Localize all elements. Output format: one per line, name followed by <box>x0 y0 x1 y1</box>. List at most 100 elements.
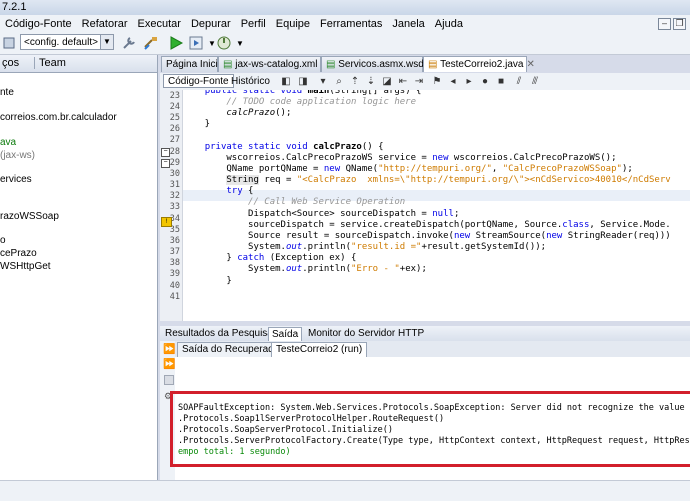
line-number: 32 <box>169 191 180 201</box>
tab-http-monitor[interactable]: Monitor do Servidor HTTP <box>305 327 427 340</box>
line-number: 41 <box>169 292 180 302</box>
menu-executar[interactable]: Executar <box>133 18 186 30</box>
tab-team[interactable]: Team <box>34 57 66 69</box>
line-number: 23 <box>169 91 180 101</box>
code-line: // Call Web Service Operation <box>248 197 406 207</box>
tab-label: jax-ws-catalog.xml <box>235 59 318 70</box>
source-button[interactable]: Código-Fonte <box>163 74 234 88</box>
back-icon[interactable]: ◧ <box>279 75 293 89</box>
tab-label: Servicos.asmx.wsdl <box>338 59 427 70</box>
code-line: Dispatch<Source> sourceDispatch = null; <box>183 209 460 219</box>
forward-icon[interactable]: ◨ <box>296 75 310 89</box>
tab-output[interactable]: Saída <box>268 327 303 341</box>
restore-icon[interactable]: ❐ <box>673 18 686 30</box>
find-previous-icon[interactable]: ⇡ <box>348 75 362 89</box>
code-line: Source result = sourceDispatch.invoke(ne… <box>183 231 671 241</box>
code-line: try { <box>226 186 254 196</box>
menu-bar: Código-Fonte Refatorar Executar Depurar … <box>0 15 690 33</box>
code-line: } <box>183 119 211 129</box>
macro-icon[interactable]: ● <box>478 75 492 89</box>
line-number-gutter: 23 24 25 26 27 28 29 30 31 32 33 34 35 3… <box>160 90 183 321</box>
code-editor[interactable]: public static void main(String[] args) {… <box>183 90 690 321</box>
uncomment-icon[interactable]: ⫻ <box>528 75 542 89</box>
tab-testecorreio2-run[interactable]: TesteCorreio2 (run) <box>271 342 368 357</box>
code-line: } <box>183 276 232 286</box>
code-line: } catch (Exception ex) { <box>183 253 357 263</box>
code-line: System.out.println("result.id ="+result.… <box>183 242 547 252</box>
chevron-down-icon[interactable]: ▼ <box>232 35 248 51</box>
projects-panel-tabs: ços Team <box>0 55 157 73</box>
history-button[interactable]: Histórico <box>226 74 275 88</box>
debug-icon[interactable] <box>188 35 204 51</box>
shift-right-icon[interactable]: ⇥ <box>412 75 426 89</box>
code-line: sourceDispatch = service.createDispatch(… <box>183 220 671 230</box>
tree-item[interactable]: o <box>0 235 6 246</box>
tree-item[interactable]: cePrazo <box>0 248 37 259</box>
comment-icon[interactable]: ⫽ <box>512 75 526 89</box>
line-number: 37 <box>169 247 180 257</box>
menu-janela[interactable]: Janela <box>387 18 429 30</box>
line-number: 24 <box>169 102 180 112</box>
dropdown-icon[interactable]: ▾ <box>316 75 330 89</box>
rerun-options-icon[interactable]: ⏩ <box>163 359 175 370</box>
run-icon[interactable] <box>168 35 184 51</box>
menu-refatorar[interactable]: Refatorar <box>77 18 133 30</box>
next-bookmark-icon[interactable]: ▸ <box>462 75 476 89</box>
wrench-icon[interactable] <box>121 35 137 51</box>
tab-testecorreio2[interactable]: ▤ TesteCorreio2.java ✕ <box>423 56 535 72</box>
previous-bookmark-icon[interactable]: ◂ <box>446 75 460 89</box>
output-window-tabs: Resultados da Pesquisa Saída Monitor do … <box>160 326 690 342</box>
line-number: 25 <box>169 113 180 123</box>
menu-codigo-fonte[interactable]: Código-Fonte <box>0 18 77 30</box>
menu-perfil[interactable]: Perfil <box>236 18 271 30</box>
find-next-icon[interactable]: ⇣ <box>364 75 378 89</box>
line-number: 38 <box>169 258 180 268</box>
find-icon[interactable]: ⌕ <box>332 75 346 89</box>
profile-icon[interactable] <box>216 35 232 51</box>
tab-search-results[interactable]: Resultados da Pesquisa <box>162 327 276 340</box>
menu-ferramentas[interactable]: Ferramentas <box>315 18 387 30</box>
tab-servicos-wsdl[interactable]: ▤ Servicos.asmx.wsdl✕ <box>321 56 437 72</box>
menu-ajuda[interactable]: Ajuda <box>430 18 468 30</box>
redo-icon[interactable] <box>2 35 18 51</box>
line-number: 26 <box>169 124 180 134</box>
tab-pagina-inicial[interactable]: Página Inicial <box>161 56 225 72</box>
fold-icon[interactable]: − <box>161 159 170 168</box>
tree-item[interactable]: WSHttpGet <box>0 261 51 272</box>
tree-item[interactable]: correios.com.br.calculador <box>0 112 117 123</box>
configuration-value: <config. default> <box>24 37 98 48</box>
menu-depurar[interactable]: Depurar <box>186 18 236 30</box>
tab-jax-ws-catalog[interactable]: ▤ jax-ws-catalog.xml✕ <box>218 56 329 72</box>
line-number: 30 <box>169 169 180 179</box>
rerun-icon[interactable]: ⏩ <box>163 344 175 355</box>
stop-icon[interactable] <box>164 375 174 385</box>
status-bar <box>0 480 690 501</box>
toggle-highlight-icon[interactable]: ◪ <box>380 75 394 89</box>
tree-item[interactable]: ava <box>0 137 16 148</box>
title-bar: 7.2.1 <box>0 0 690 16</box>
tab-services[interactable]: ços <box>2 57 19 69</box>
code-line: calcPrazo(); <box>226 108 292 118</box>
fold-icon[interactable]: − <box>161 148 170 157</box>
line-number: 27 <box>169 135 180 145</box>
tree-item[interactable]: razoWSSoap <box>0 211 59 222</box>
code-line: // TODO code application logic here <box>226 97 417 107</box>
code-line: String req = "<CalcPrazo xmlns=\"http://… <box>226 175 671 185</box>
stop-macro-icon[interactable]: ■ <box>494 75 508 89</box>
shift-left-icon[interactable]: ⇤ <box>396 75 410 89</box>
tree-item[interactable]: nte <box>0 87 14 98</box>
configuration-select[interactable]: <config. default> ▼ <box>20 34 114 50</box>
code-line: public static void main(String[] args) { <box>204 90 422 96</box>
tree-item[interactable]: (jax-ws) <box>0 150 35 161</box>
line-number: 33 <box>169 202 180 212</box>
line-number: 31 <box>169 180 180 190</box>
minimize-icon[interactable]: – <box>658 18 671 30</box>
hint-bulb-icon[interactable]: ! <box>161 217 172 227</box>
tree-item[interactable]: ervices <box>0 174 32 185</box>
bookmark-icon[interactable]: ⚑ <box>430 75 444 89</box>
clean-build-icon[interactable] <box>143 35 159 51</box>
code-line: System.out.println("Erro - "+ex); <box>183 264 427 274</box>
menu-equipe[interactable]: Equipe <box>271 18 315 30</box>
xml-file-icon: ▤ <box>223 59 233 70</box>
close-icon[interactable]: ✕ <box>526 59 534 70</box>
